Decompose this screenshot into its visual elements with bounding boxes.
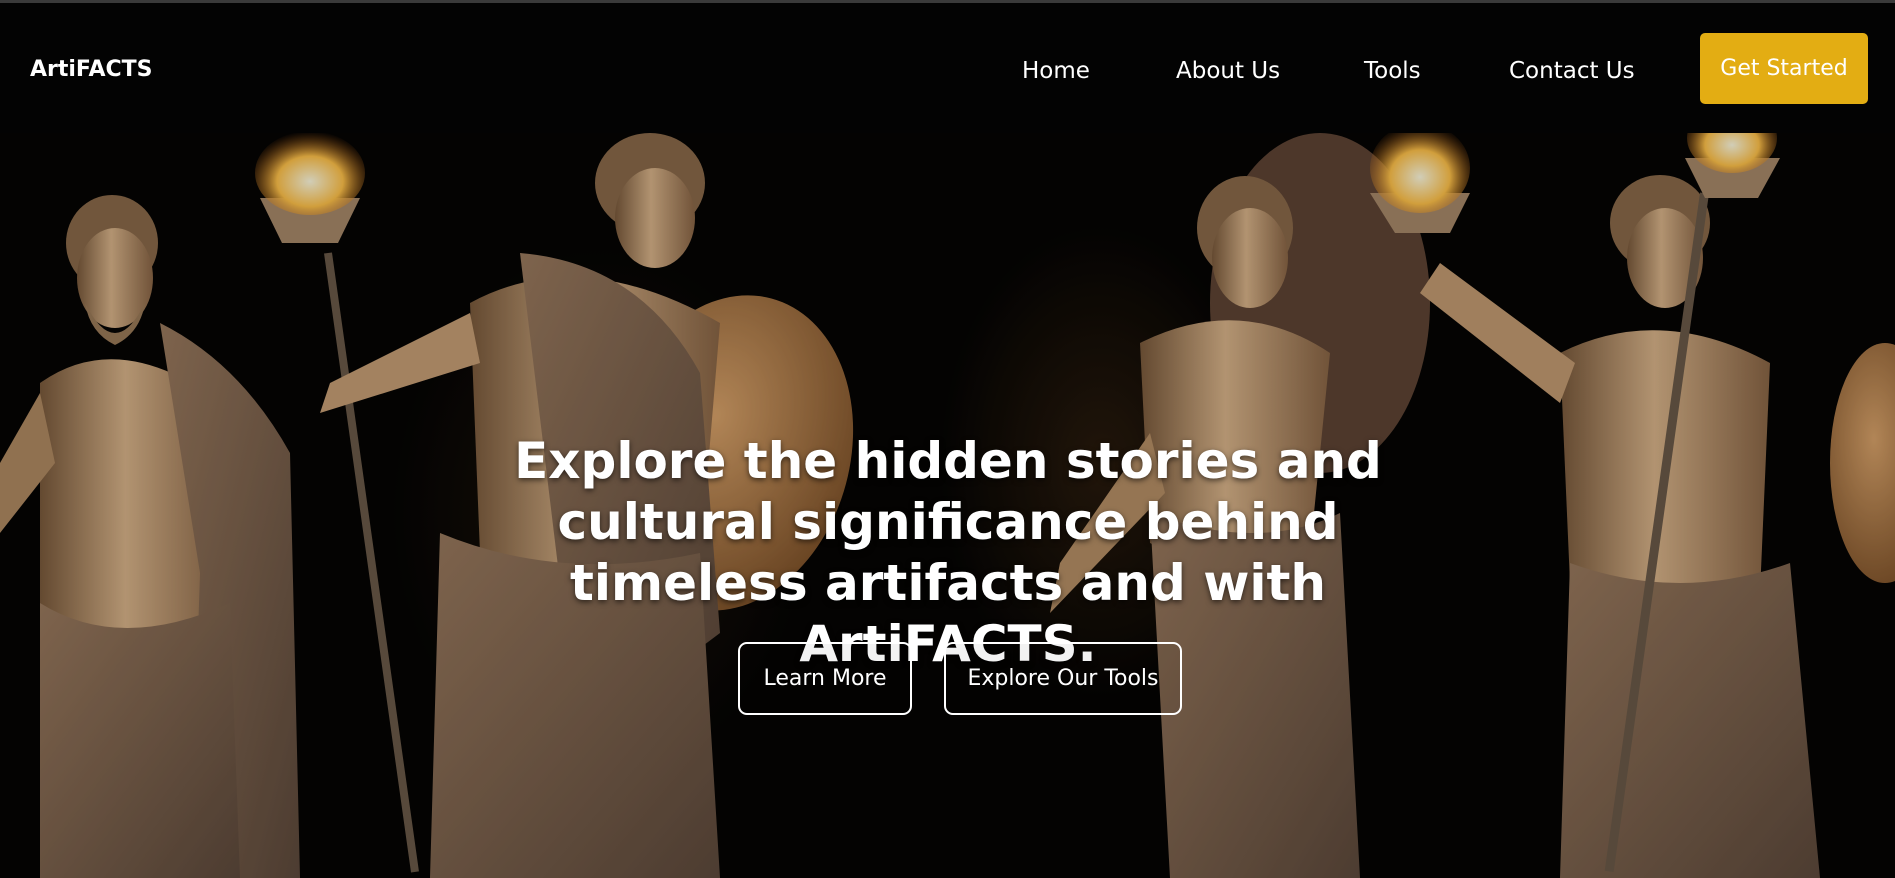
hero-section: Explore the hidden stories and cultural … bbox=[0, 133, 1895, 878]
nav-tools-link[interactable]: Tools bbox=[1364, 58, 1421, 84]
hero-headline: Explore the hidden stories and cultural … bbox=[514, 432, 1382, 673]
page: ArtiFACTS Home About Us Tools Contact Us… bbox=[0, 0, 1895, 878]
nav-about-link[interactable]: About Us bbox=[1176, 58, 1280, 84]
brand-logo[interactable]: ArtiFACTS bbox=[30, 57, 152, 82]
nav-home-link[interactable]: Home bbox=[1022, 58, 1090, 84]
get-started-button[interactable]: Get Started bbox=[1700, 33, 1868, 104]
explore-tools-button[interactable]: Explore Our Tools bbox=[944, 642, 1182, 715]
navbar: ArtiFACTS Home About Us Tools Contact Us… bbox=[0, 3, 1895, 133]
learn-more-button[interactable]: Learn More bbox=[738, 642, 912, 715]
nav-contact-link[interactable]: Contact Us bbox=[1509, 58, 1635, 84]
